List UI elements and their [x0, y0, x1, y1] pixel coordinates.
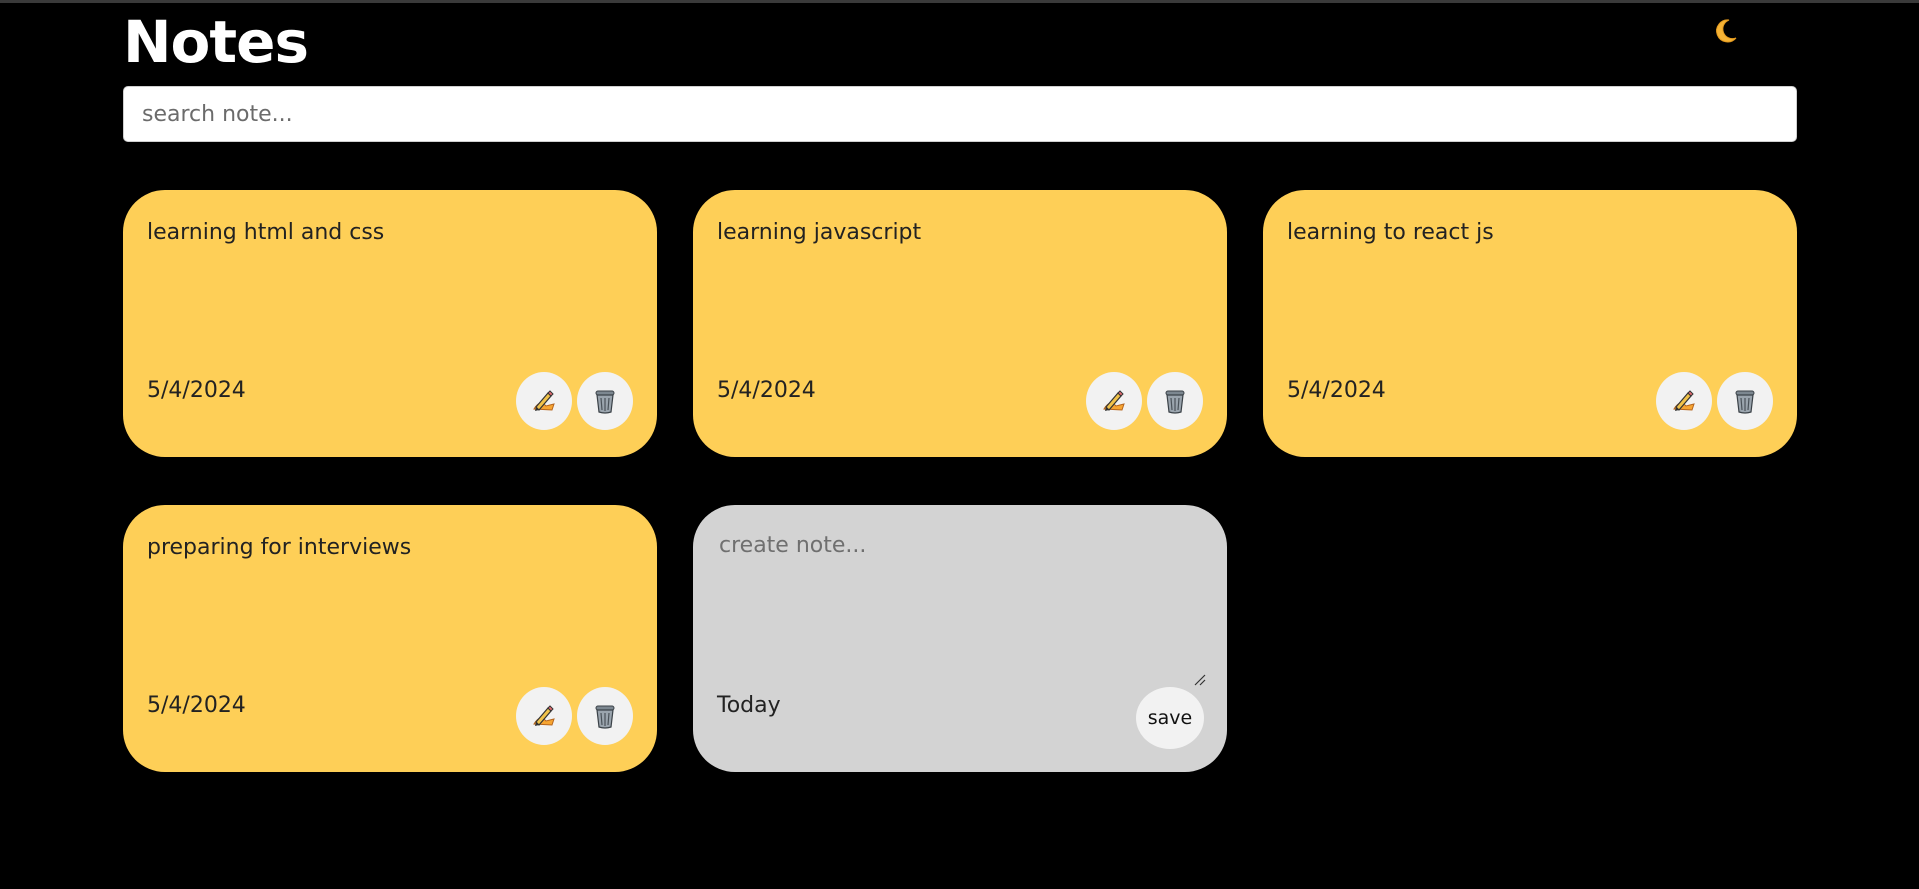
- create-note-date: Today: [717, 693, 781, 718]
- note-date: 5/4/2024: [147, 378, 246, 403]
- note-card: learning javascript 5/4/2024: [693, 190, 1227, 457]
- note-card: preparing for interviews 5/4/2024: [123, 505, 657, 772]
- delete-note-button[interactable]: [577, 372, 633, 430]
- wastebasket-icon: [595, 705, 615, 729]
- search-input[interactable]: [123, 86, 1797, 142]
- note-date: 5/4/2024: [717, 378, 816, 403]
- note-text: learning to react js: [1287, 220, 1494, 245]
- note-date: 5/4/2024: [147, 693, 246, 718]
- pencil-writing-icon: [1673, 390, 1695, 411]
- create-note-card: Today save: [693, 505, 1227, 772]
- save-button[interactable]: save: [1136, 687, 1204, 749]
- note-date: 5/4/2024: [1287, 378, 1386, 403]
- edit-note-button[interactable]: [516, 372, 572, 430]
- pencil-writing-icon: [1103, 390, 1125, 411]
- header: Notes: [123, 0, 1797, 84]
- note-text: learning html and css: [147, 220, 385, 245]
- edit-note-button[interactable]: [516, 687, 572, 745]
- delete-note-button[interactable]: [1717, 372, 1773, 430]
- create-note-textarea[interactable]: [719, 529, 1203, 679]
- note-card: learning html and css 5/4/2024: [123, 190, 657, 457]
- pencil-writing-icon: [533, 705, 555, 726]
- edit-note-button[interactable]: [1086, 372, 1142, 430]
- wastebasket-icon: [1165, 390, 1185, 414]
- delete-note-button[interactable]: [1147, 372, 1203, 430]
- notes-grid: learning html and css 5/4/2024 learning …: [123, 190, 1797, 772]
- edit-note-button[interactable]: [1656, 372, 1712, 430]
- notes-app: Notes learning html and css 5/4/2024: [123, 0, 1797, 772]
- delete-note-button[interactable]: [577, 687, 633, 745]
- resize-handle-icon[interactable]: [1193, 673, 1207, 687]
- crescent-moon-icon: [1716, 19, 1737, 43]
- theme-toggle-button[interactable]: [1708, 14, 1742, 48]
- page-title: Notes: [123, 8, 309, 76]
- note-text: preparing for interviews: [147, 535, 412, 560]
- wastebasket-icon: [595, 390, 615, 414]
- pencil-writing-icon: [533, 390, 555, 411]
- note-card: learning to react js 5/4/2024: [1263, 190, 1797, 457]
- note-text: learning javascript: [717, 220, 922, 245]
- wastebasket-icon: [1735, 390, 1755, 414]
